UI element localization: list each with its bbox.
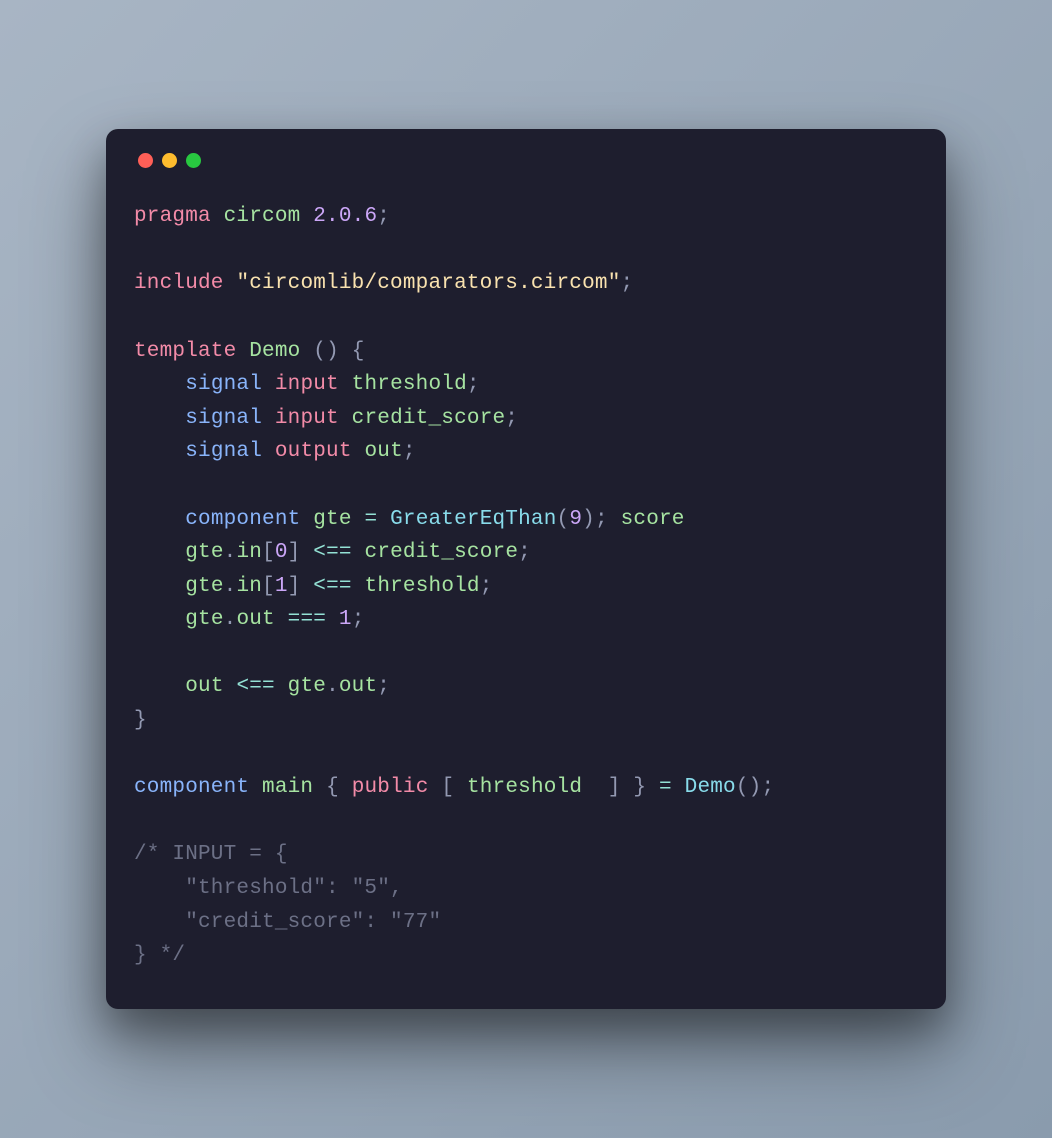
op-eq: = [364,508,377,531]
ident-gte: gte [185,608,223,631]
punct-lbracket: [ [262,541,275,564]
comment-close: } */ [134,944,185,967]
punct-dot: . [224,608,237,631]
window-titlebar [134,153,918,168]
comment-line: "threshold": "5", [134,877,403,900]
ident-in: in [236,575,262,598]
punct-semi: ; [480,575,493,598]
comment-line: "credit_score": "77" [134,911,441,934]
ident-threshold: threshold [352,373,467,396]
op-arrow: <== [236,675,274,698]
punct-lparen: ( [313,340,326,363]
punct-semi: ; [377,205,390,228]
code-block: pragma circom 2.0.6; include "circomlib/… [134,200,918,973]
punct-lparen: ( [736,776,749,799]
punct-semi: ; [761,776,774,799]
punct-rparen: ) [582,508,595,531]
punct-semi: ; [518,541,531,564]
punct-rbracket: ] [288,541,301,564]
ident-score: score [621,508,685,531]
punct-rparen: ) [749,776,762,799]
punct-lbrace: { [352,340,365,363]
kw-input: input [275,407,339,430]
ident-gte: gte [313,508,351,531]
num-version: 2.0.6 [313,205,377,228]
code-window: pragma circom 2.0.6; include "circomlib/… [106,129,946,1009]
kw-input: input [275,373,339,396]
punct-dot: . [224,541,237,564]
kw-signal: signal [185,373,262,396]
punct-rparen: ) [326,340,339,363]
ident-threshold: threshold [365,575,480,598]
ident-credit-score: credit_score [365,541,519,564]
punct-lbracket: [ [262,575,275,598]
op-eq: = [659,776,672,799]
string-include-path: "circomlib/comparators.circom" [236,272,620,295]
ident-gte: gte [185,575,223,598]
comment-input: INPUT = { [172,843,287,866]
ident-out: out [364,440,402,463]
punct-semi: ; [467,373,480,396]
kw-signal: signal [185,407,262,430]
num-nine: 9 [569,508,582,531]
punct-semi: ; [505,407,518,430]
kw-pragma: pragma [134,205,211,228]
kw-include: include [134,272,224,295]
kw-output: output [275,440,352,463]
punct-dot: . [224,575,237,598]
kw-component: component [134,776,249,799]
call-gte: GreaterEqThan [390,508,556,531]
kw-signal: signal [185,440,262,463]
ident-gte: gte [185,541,223,564]
ident-out: out [185,675,223,698]
minimize-icon[interactable] [162,153,177,168]
punct-rbrace: } [134,709,147,732]
ident-out: out [339,675,377,698]
ident-gte: gte [288,675,326,698]
op-arrow: <== [313,541,351,564]
ident-main: main [262,776,313,799]
num-zero: 0 [275,541,288,564]
maximize-icon[interactable] [186,153,201,168]
call-demo: Demo [685,776,736,799]
kw-component: component [185,508,300,531]
punct-semi: ; [352,608,365,631]
punct-rbrace: } [633,776,646,799]
ident-circom: circom [224,205,301,228]
punct-semi: ; [403,440,416,463]
punct-semi: ; [621,272,634,295]
punct-rbracket: ] [288,575,301,598]
ident-out: out [236,608,274,631]
punct-rbracket: ] [608,776,621,799]
punct-lbrace: { [326,776,339,799]
ident-demo: Demo [249,340,300,363]
punct-lbracket: [ [441,776,454,799]
comment-open: /* [134,843,172,866]
punct-dot: . [326,675,339,698]
num-one: 1 [339,608,352,631]
punct-lparen: ( [557,508,570,531]
ident-threshold: threshold [467,776,582,799]
op-tripleeq: === [288,608,326,631]
num-one: 1 [275,575,288,598]
op-arrow: <== [313,575,351,598]
ident-credit-score: credit_score [352,407,506,430]
punct-semi: ; [377,675,390,698]
punct-semi: ; [595,508,608,531]
kw-public: public [352,776,429,799]
kw-template: template [134,340,236,363]
close-icon[interactable] [138,153,153,168]
ident-in: in [236,541,262,564]
